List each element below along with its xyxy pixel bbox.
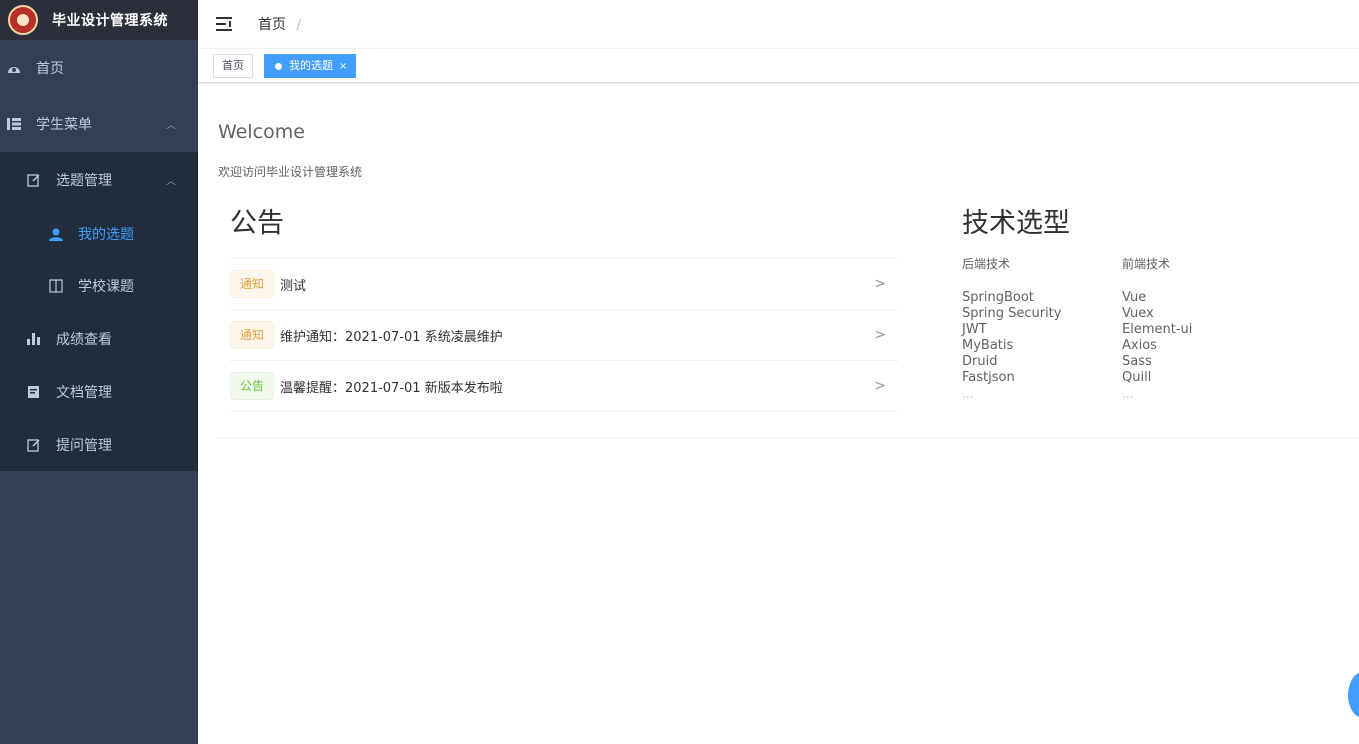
user-icon [48, 226, 64, 242]
chevron-right-icon: > [874, 327, 886, 343]
sidebar-item-label: 文档管理 [56, 384, 112, 401]
app-title: 毕业设计管理系统 [52, 13, 168, 29]
tech-item: Element-ui [1122, 322, 1193, 337]
frontend-tech-column: 前端技术 Vue Vuex Element-ui Axios Sass Quil… [1122, 255, 1192, 402]
notice-type-badge: 通知 [230, 270, 275, 298]
welcome-subtitle: 欢迎访问毕业设计管理系统 [218, 165, 363, 179]
backend-header: 后端技术 [962, 257, 1011, 271]
chevron-right-icon: > [874, 276, 886, 292]
tree-table-icon [6, 116, 22, 132]
tech-item: Vuex [1122, 306, 1154, 321]
sidebar-item-my-topic[interactable]: 我的选题 [0, 208, 198, 260]
sidebar-item-topic-management[interactable]: 选题管理 ︿ [0, 152, 198, 208]
tech-item: Quill [1122, 370, 1152, 385]
sidebar-item-label: 成绩查看 [56, 331, 112, 348]
frontend-header: 前端技术 [1122, 257, 1171, 271]
bar-chart-icon [26, 331, 42, 347]
main-content: Welcome 欢迎访问毕业设计管理系统 公告 通知 测试 > 通知 维护通知：… [198, 83, 1359, 744]
tech-item: Fastjson [962, 370, 1015, 385]
tech-item: Vue [1122, 290, 1147, 305]
notice-item[interactable]: 通知 测试 > [230, 259, 898, 310]
tech-more: ... [962, 387, 974, 401]
tech-item: Sass [1122, 354, 1152, 369]
sidebar-item-label: 我的选题 [78, 227, 134, 243]
sidebar-item-documents[interactable]: 文档管理 [0, 365, 198, 418]
tag-my-topic[interactable]: 我的选题 × [264, 54, 357, 78]
sidebar-item-label: 首页 [36, 61, 64, 77]
navbar: 首页 / [198, 0, 1359, 49]
notice-title: 公告 [230, 208, 284, 239]
sidebar-item-grades[interactable]: 成绩查看 [0, 312, 198, 365]
dashboard-icon [6, 60, 22, 76]
notice-type-badge: 公告 [230, 372, 275, 400]
tech-more: ... [1122, 387, 1134, 401]
sidebar-item-label: 学生菜单 [36, 117, 92, 133]
document-icon [26, 384, 42, 400]
notice-list: 通知 测试 > 通知 维护通知：2021-07-01 系统凌晨维护 > 公告 温… [230, 258, 898, 412]
tech-item: MyBatis [962, 338, 1014, 353]
notice-type-badge: 通知 [230, 321, 275, 349]
tech-title: 技术选型 [962, 208, 1070, 239]
chevron-up-icon: ︿ [166, 176, 176, 188]
app-logo-area[interactable]: 毕业设计管理系统 [0, 0, 198, 40]
sidebar-item-student-menu[interactable]: 学生菜单 ︿ [0, 96, 198, 152]
tag-home[interactable]: 首页 [213, 54, 253, 78]
backend-tech-column: 后端技术 SpringBoot Spring Security JWT MyBa… [962, 255, 1061, 402]
tag-label: 我的选题 [289, 59, 333, 72]
tech-item: Druid [962, 354, 998, 369]
tags-view: 首页 我的选题 × [198, 48, 1359, 83]
tech-item: Spring Security [962, 306, 1062, 321]
close-icon[interactable]: × [339, 61, 347, 72]
notice-text: 温馨提醒：2021-07-01 新版本发布啦 [280, 380, 503, 396]
edit-icon [26, 437, 42, 453]
chevron-right-icon: > [874, 378, 886, 394]
sidebar-item-questions[interactable]: 提问管理 [0, 418, 198, 471]
divider [218, 437, 1359, 438]
breadcrumb: 首页 / [258, 14, 301, 34]
sidebar-item-school-topics[interactable]: 学校课题 [0, 260, 198, 312]
sidebar-item-label: 提问管理 [56, 437, 112, 454]
notice-item[interactable]: 通知 维护通知：2021-07-01 系统凌晨维护 > [230, 310, 898, 361]
tech-item: SpringBoot [962, 290, 1034, 305]
tag-label: 首页 [222, 59, 244, 72]
book-icon [48, 278, 64, 294]
school-logo-icon [8, 5, 38, 35]
breadcrumb-home[interactable]: 首页 [258, 17, 286, 33]
chevron-up-icon: ︿ [166, 120, 176, 132]
edit-icon [26, 172, 42, 188]
sidebar-item-label: 选题管理 [56, 173, 112, 189]
sidebar-item-label: 学校课题 [78, 279, 134, 295]
sidebar: 毕业设计管理系统 首页 学生菜单 ︿ 选题管理 ︿ 我的选题 学校课题 成绩查看… [0, 0, 198, 744]
notice-item[interactable]: 公告 温馨提醒：2021-07-01 新版本发布啦 > [230, 361, 898, 412]
notice-text: 测试 [280, 278, 307, 294]
sidebar-item-home[interactable]: 首页 [0, 40, 198, 96]
hamburger-icon[interactable] [216, 16, 234, 32]
breadcrumb-separator: / [296, 17, 302, 33]
welcome-title: Welcome [218, 121, 305, 143]
tech-item: JWT [962, 322, 987, 337]
tech-item: Axios [1122, 338, 1157, 353]
notice-text: 维护通知：2021-07-01 系统凌晨维护 [280, 329, 503, 345]
